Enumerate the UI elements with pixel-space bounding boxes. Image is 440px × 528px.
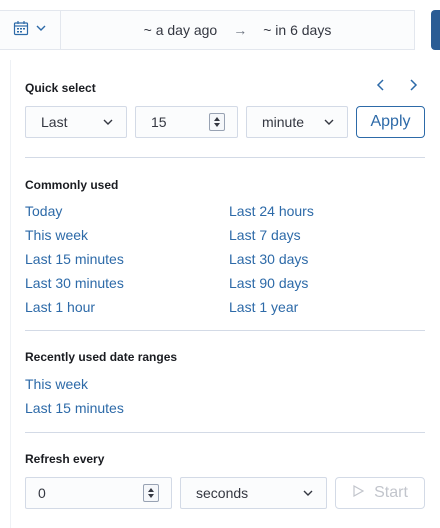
direction-value: Last — [41, 114, 68, 130]
apply-button[interactable]: Apply — [356, 106, 425, 138]
quantity-input[interactable]: 15 — [135, 106, 238, 138]
previous-chevron-icon[interactable] — [374, 78, 388, 92]
number-stepper[interactable] — [209, 113, 225, 131]
refresh-interval-input[interactable]: 0 — [25, 477, 172, 509]
date-picker-bar: ~ a day ago → ~ in 6 days — [0, 10, 415, 50]
divider — [25, 157, 425, 158]
commonly-used-last-24-hours[interactable]: Last 24 hours — [229, 203, 314, 219]
chevron-down-icon — [35, 21, 47, 39]
number-stepper[interactable] — [143, 484, 159, 502]
play-icon — [352, 484, 365, 502]
recent-item-last-15-minutes[interactable]: Last 15 minutes — [25, 400, 124, 416]
commonly-used-last-30-days[interactable]: Last 30 days — [229, 251, 308, 267]
commonly-used-last-1-hour[interactable]: Last 1 hour — [25, 299, 95, 315]
commonly-used-last-90-days[interactable]: Last 90 days — [229, 275, 308, 291]
start-label: Start — [374, 484, 408, 501]
update-button[interactable] — [431, 10, 440, 50]
commonly-used-last-7-days[interactable]: Last 7 days — [229, 227, 301, 243]
refresh-unit-select[interactable]: seconds — [180, 477, 327, 509]
chevron-down-icon — [103, 119, 113, 125]
date-range: ~ a day ago → ~ in 6 days — [61, 22, 414, 38]
quick-select-popover: Quick select Last 15 minute Apply Common… — [10, 60, 440, 528]
quantity-value: 15 — [151, 114, 167, 130]
unit-value: minute — [262, 114, 305, 130]
start-button: Start — [335, 477, 425, 509]
divider — [25, 432, 425, 433]
quick-select-title: Quick select — [25, 81, 96, 95]
recently-used-title: Recently used date ranges — [25, 350, 178, 364]
calendar-icon — [13, 20, 29, 41]
recent-item-this-week[interactable]: This week — [25, 376, 88, 392]
commonly-used-last-1-year[interactable]: Last 1 year — [229, 299, 298, 315]
quick-select-toggle[interactable] — [0, 11, 61, 49]
refresh-unit-value: seconds — [196, 485, 249, 501]
commonly-used-this-week[interactable]: This week — [25, 227, 88, 243]
unit-select[interactable]: minute — [246, 106, 348, 138]
direction-select[interactable]: Last — [25, 106, 127, 138]
commonly-used-today[interactable]: Today — [25, 203, 62, 219]
commonly-used-last-15-minutes[interactable]: Last 15 minutes — [25, 251, 124, 267]
commonly-used-title: Commonly used — [25, 178, 119, 192]
end-date-button[interactable]: ~ in 6 days — [263, 22, 331, 38]
refresh-every-title: Refresh every — [25, 452, 105, 466]
chevron-down-icon — [303, 490, 313, 496]
arrow-right-icon: → — [233, 22, 248, 38]
start-date-button[interactable]: ~ a day ago — [144, 22, 218, 38]
chevron-down-icon — [324, 119, 334, 125]
refresh-interval-value: 0 — [38, 485, 46, 501]
next-chevron-icon[interactable] — [406, 78, 420, 92]
divider — [25, 330, 425, 331]
commonly-used-last-30-minutes[interactable]: Last 30 minutes — [25, 275, 124, 291]
